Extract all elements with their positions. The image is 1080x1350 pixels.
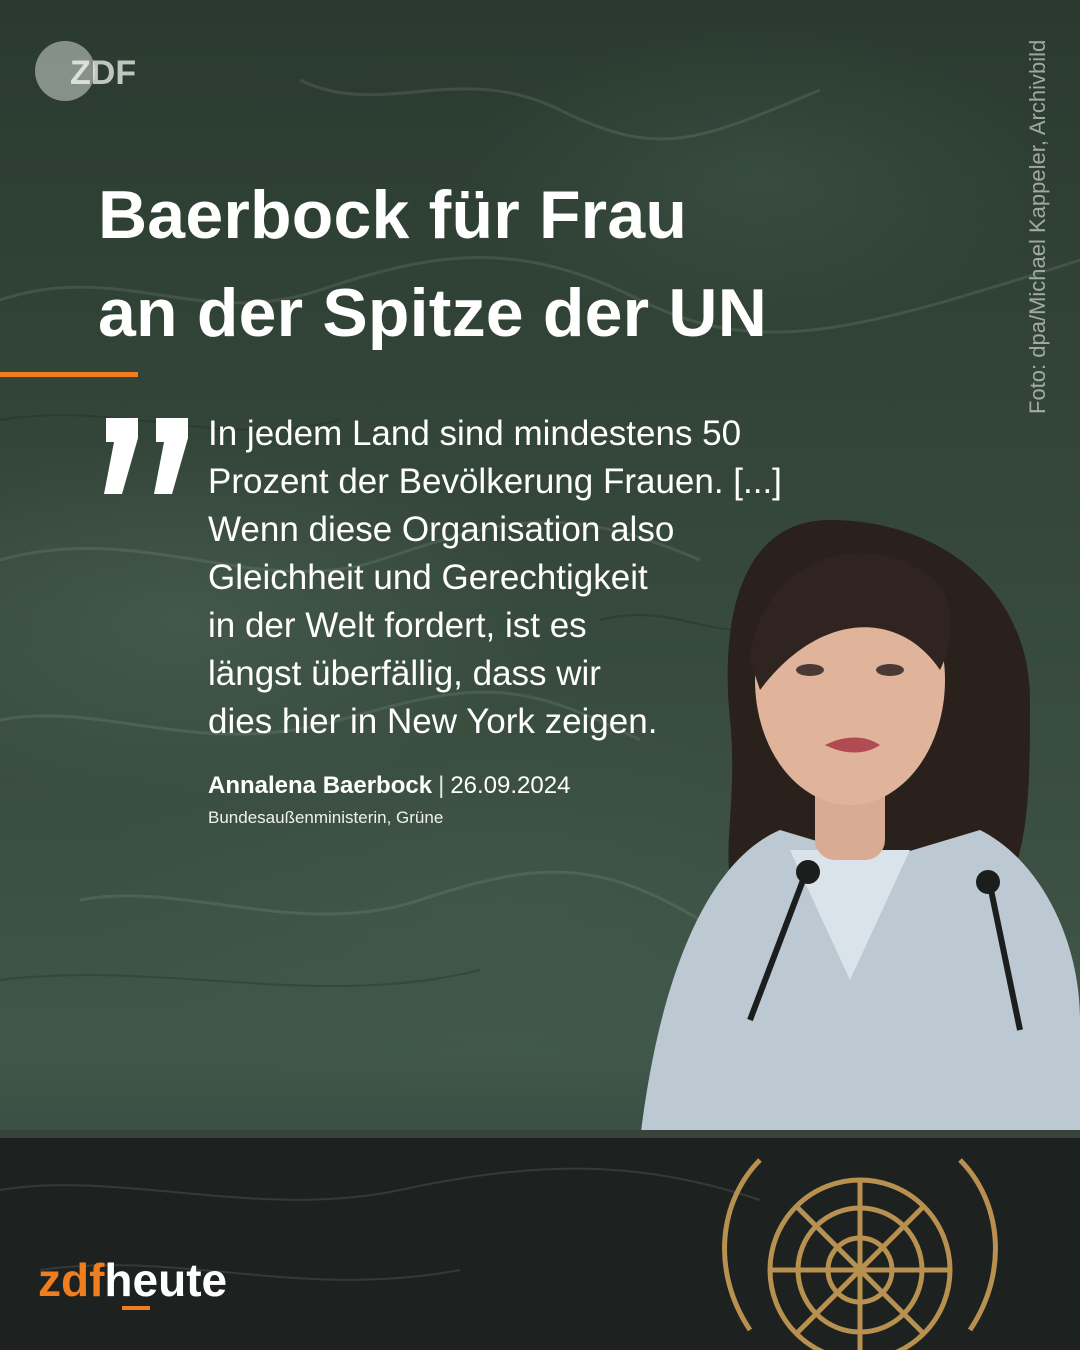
brand-underline xyxy=(122,1306,150,1310)
quote-line: Gleichheit und Gerechtigkeit xyxy=(208,558,648,597)
headline: Baerbock für Frau an der Spitze der UN xyxy=(98,166,958,362)
brand-suffix: heute xyxy=(104,1254,228,1306)
quote-mark-icon xyxy=(104,418,188,494)
quote-line: in der Welt fordert, ist es xyxy=(208,606,587,645)
zdf-logo-text: ZDF xyxy=(70,54,136,92)
brand-prefix: zdf xyxy=(38,1254,105,1306)
author-name: Annalena Baerbock xyxy=(208,772,433,799)
zdf-logo-icon: ZDF xyxy=(35,41,136,101)
quote-line: längst überfällig, dass wir xyxy=(208,654,601,693)
headline-line-2: an der Spitze der UN xyxy=(98,275,768,351)
photo-credit: Foto: dpa/Michael Kappeler, Archivbild xyxy=(1025,40,1050,415)
quote-date: 26.09.2024 xyxy=(450,772,571,799)
quote-line: In jedem Land sind mindestens 50 xyxy=(208,414,742,453)
quote-line: Wenn diese Organisation also xyxy=(208,510,675,549)
quote-attribution: Annalena Baerbock | 26.09.2024 xyxy=(208,772,570,800)
headline-line-1: Baerbock für Frau xyxy=(98,177,688,253)
social-card: ZDF Foto: dpa/Michael Kappeler, Archivbi… xyxy=(0,0,1080,1350)
quote-line: dies hier in New York zeigen. xyxy=(208,702,658,741)
quote-text: In jedem Land sind mindestens 50 Prozent… xyxy=(208,410,928,746)
author-role: Bundesaußenministerin, Grüne xyxy=(208,808,444,827)
accent-divider xyxy=(0,372,138,377)
quote-line: Prozent der Bevölkerung Frauen. [...] xyxy=(208,462,782,501)
attribution-separator: | xyxy=(438,772,445,799)
